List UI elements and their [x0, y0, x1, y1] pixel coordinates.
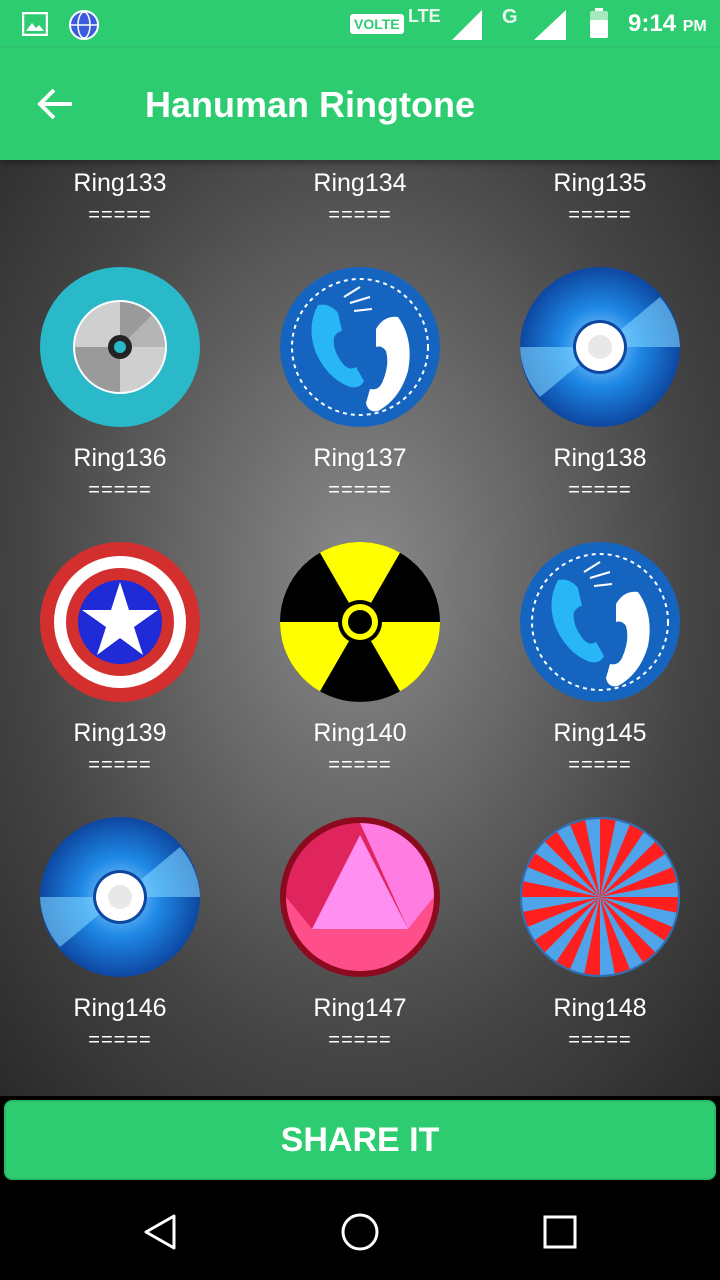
list-item[interactable]: Ring138 ===== — [480, 441, 720, 505]
list-item[interactable]: Ring135 ===== — [480, 166, 720, 230]
red-blue-swirl-icon[interactable] — [520, 817, 680, 977]
list-item[interactable]: Ring136 ===== — [0, 441, 240, 505]
ring-separator: ===== — [568, 1029, 632, 1051]
network-g-label: G — [502, 6, 518, 28]
phone-call-icon[interactable] — [520, 542, 680, 702]
page-title: Hanuman Ringtone — [145, 84, 475, 125]
ring-separator: ===== — [328, 1029, 392, 1051]
ring-separator: ===== — [88, 1029, 152, 1051]
ring-label: Ring136 — [73, 444, 167, 472]
navigation-bar — [0, 1184, 720, 1280]
arrow-left-icon[interactable] — [28, 78, 84, 130]
app-bar: Hanuman Ringtone — [0, 48, 720, 160]
ring-separator: ===== — [88, 204, 152, 226]
back-triangle-icon[interactable] — [140, 1212, 180, 1252]
share-button[interactable]: SHARE IT — [4, 1100, 716, 1180]
status-bar: VOLTE LTE G 9:14 PM — [0, 0, 720, 48]
list-item[interactable]: Ring147 ===== — [240, 991, 480, 1055]
clock-ampm: PM — [682, 18, 707, 35]
gallery-icon — [22, 12, 48, 36]
ring-separator: ===== — [568, 754, 632, 776]
ring-separator: ===== — [88, 754, 152, 776]
list-item[interactable]: Ring146 ===== — [0, 991, 240, 1055]
signal-icon-2 — [534, 10, 566, 40]
ring-label: Ring146 — [73, 994, 167, 1022]
ring-label: Ring134 — [313, 169, 407, 197]
pink-triangle-gem-icon[interactable] — [280, 817, 440, 977]
clock-time: 9:14 — [628, 10, 677, 37]
ring-label: Ring140 — [313, 719, 407, 747]
battery-icon — [590, 8, 608, 38]
clock: 9:14 PM — [628, 10, 707, 38]
ring-label: Ring135 — [553, 169, 647, 197]
lte-label: LTE — [408, 6, 441, 26]
ring-label: Ring138 — [553, 444, 647, 472]
captain-shield-icon[interactable] — [40, 542, 200, 702]
ring-label: Ring145 — [553, 719, 647, 747]
ring-separator: ===== — [568, 204, 632, 226]
ring-separator: ===== — [328, 754, 392, 776]
list-item[interactable]: Ring148 ===== — [480, 991, 720, 1055]
ring-separator: ===== — [88, 479, 152, 501]
list-item[interactable]: Ring139 ===== — [0, 716, 240, 780]
phone-call-icon[interactable] — [280, 267, 440, 427]
list-item[interactable]: Ring145 ===== — [480, 716, 720, 780]
list-item[interactable]: Ring140 ===== — [240, 716, 480, 780]
news-icon — [69, 10, 99, 40]
home-circle-icon[interactable] — [340, 1212, 380, 1252]
ring-label: Ring148 — [553, 994, 647, 1022]
ring-label: Ring139 — [73, 719, 167, 747]
list-item[interactable]: Ring134 ===== — [240, 166, 480, 230]
ringtone-grid: Ring133 ===== Ring134 ===== Ring135 ====… — [0, 160, 720, 1096]
ring-separator: ===== — [328, 204, 392, 226]
ring-label: Ring137 — [313, 444, 407, 472]
cd-blue-icon[interactable] — [520, 267, 680, 427]
ring-separator: ===== — [328, 479, 392, 501]
ring-label: Ring133 — [73, 169, 167, 197]
volte-badge: VOLTE — [350, 14, 404, 34]
ring-label: Ring147 — [313, 994, 407, 1022]
list-item[interactable]: Ring133 ===== — [0, 166, 240, 230]
signal-icon — [452, 10, 482, 40]
disc-teal-icon[interactable] — [40, 267, 200, 427]
recents-square-icon[interactable] — [540, 1212, 580, 1252]
list-item[interactable]: Ring137 ===== — [240, 441, 480, 505]
cd-blue-icon[interactable] — [40, 817, 200, 977]
radiation-icon[interactable] — [280, 542, 440, 702]
ring-separator: ===== — [568, 479, 632, 501]
